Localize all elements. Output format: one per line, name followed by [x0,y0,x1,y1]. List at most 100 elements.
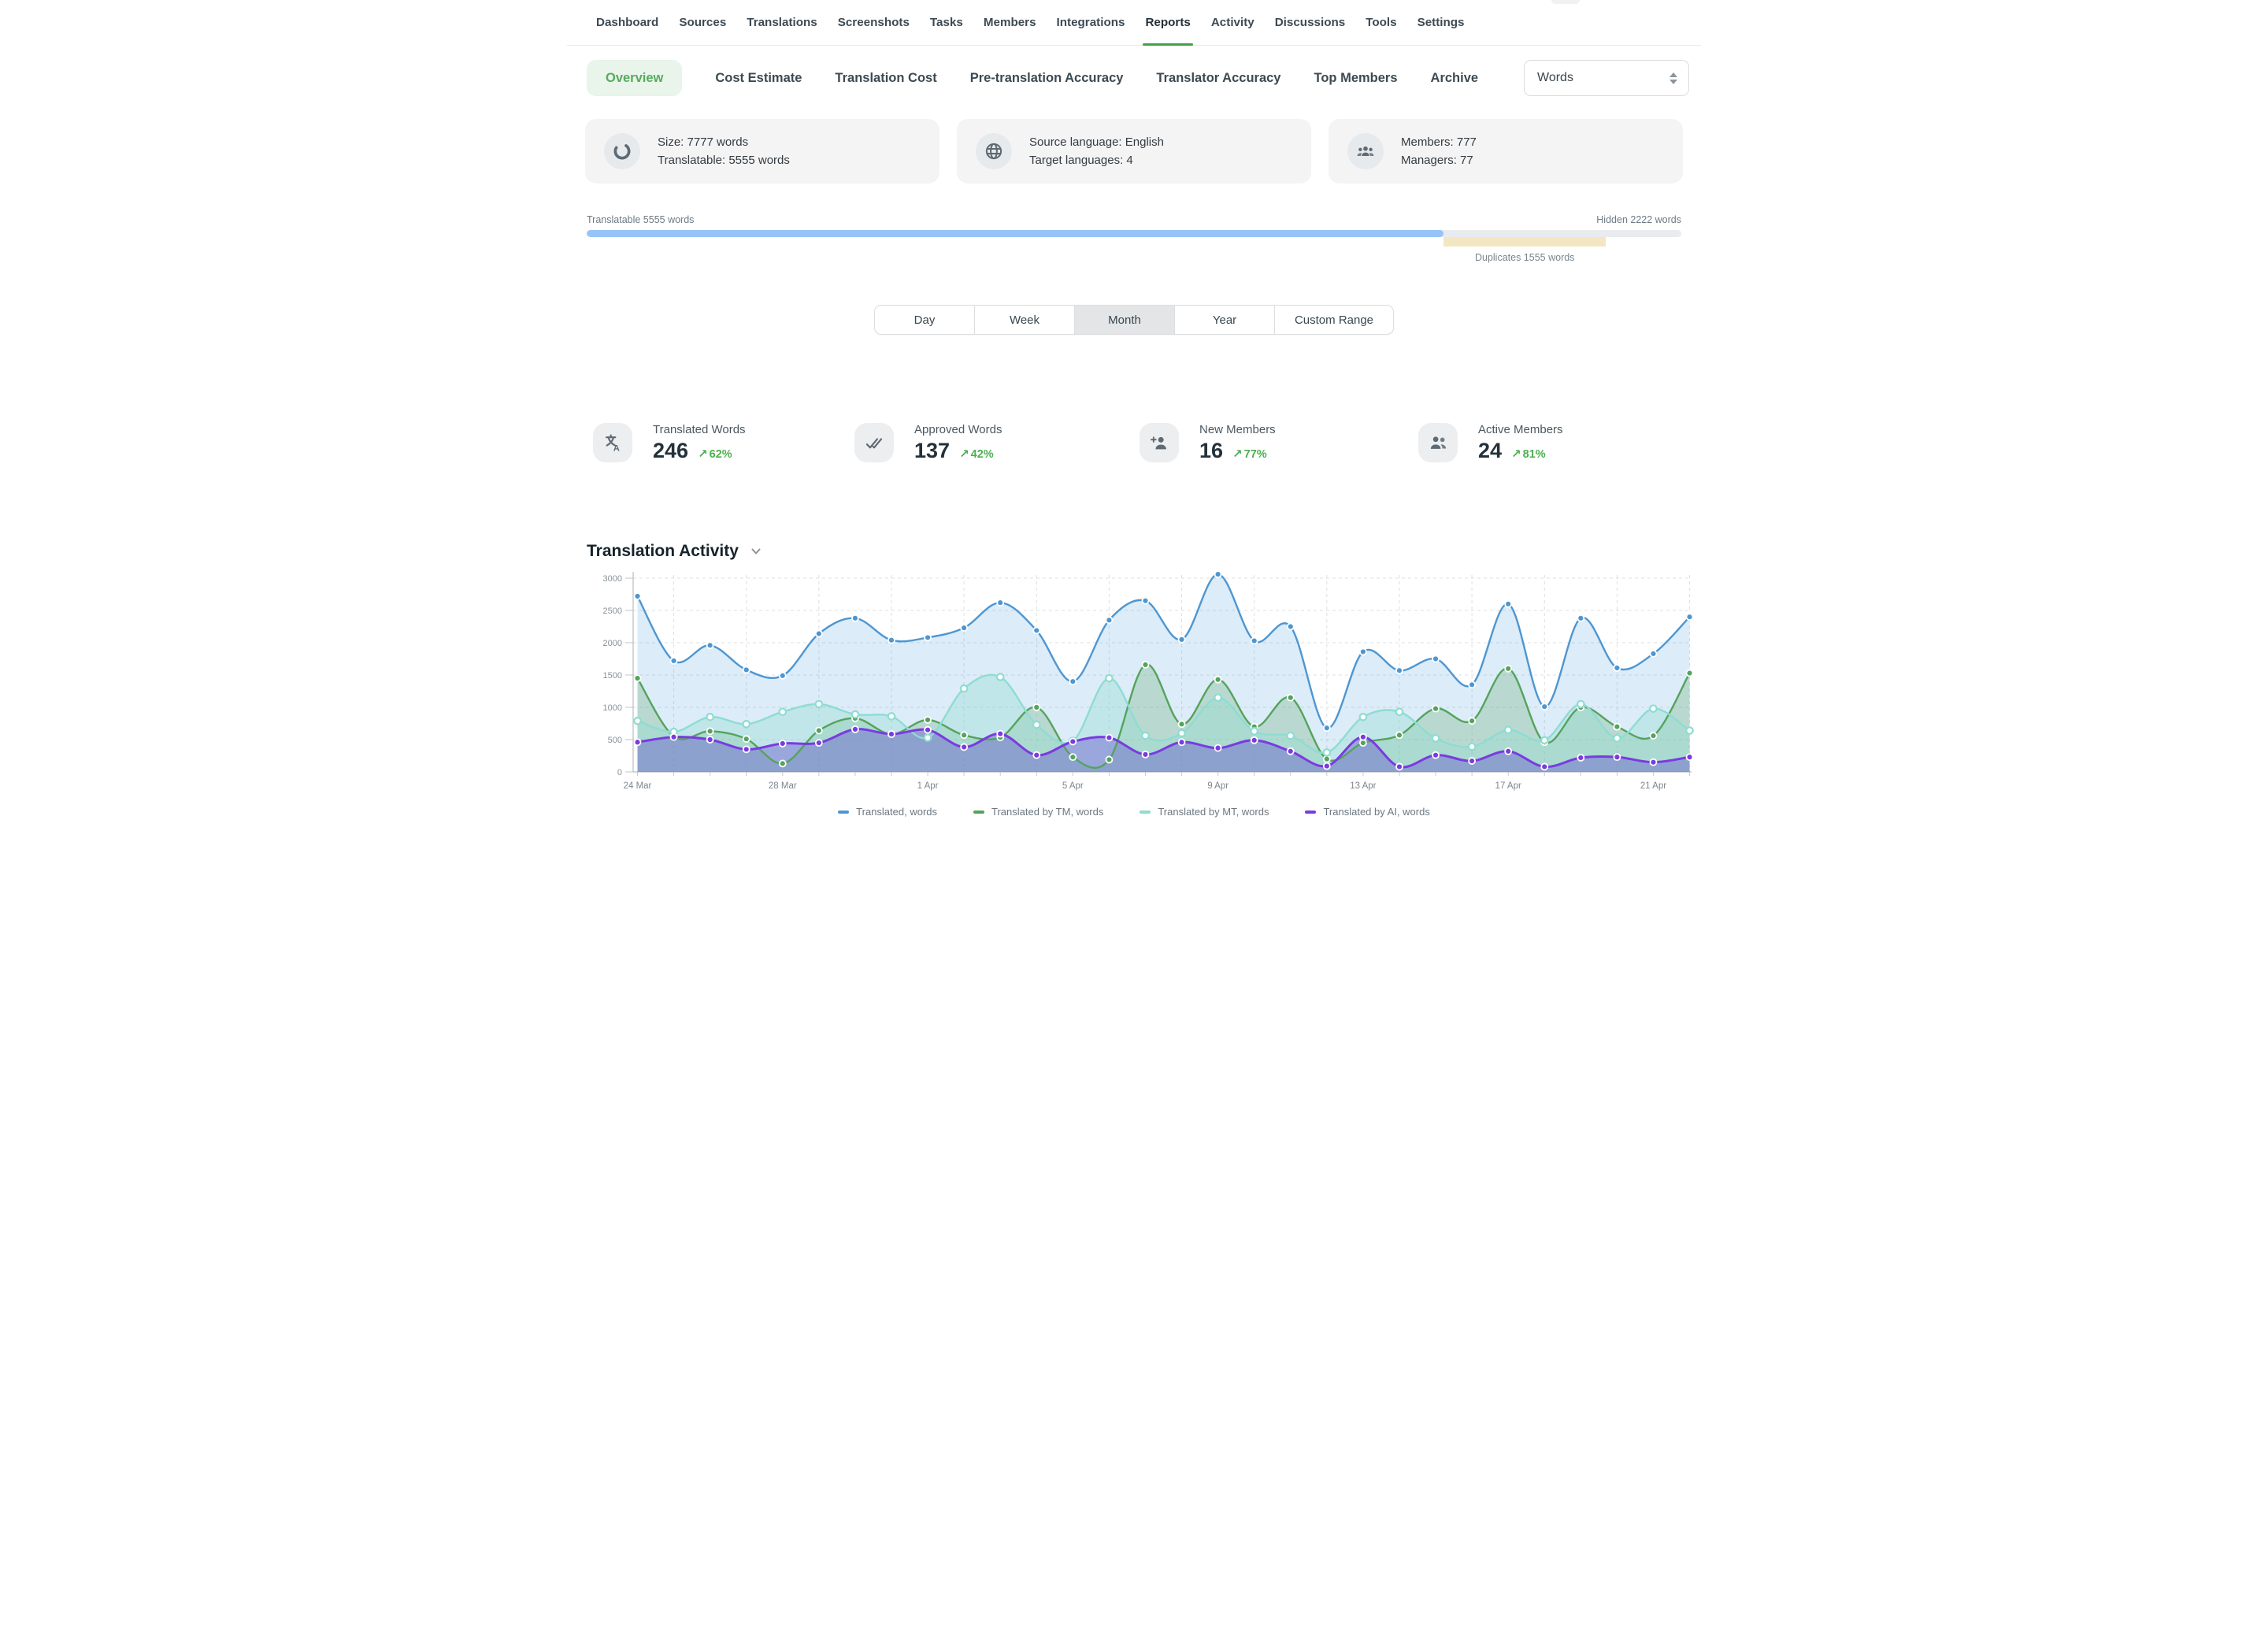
tab-cost-estimate[interactable]: Cost Estimate [715,71,802,86]
svg-text:17 Apr: 17 Apr [1495,781,1521,791]
unit-select-value: Words [1537,71,1573,85]
managers-line: Managers: 77 [1401,151,1477,169]
stat-label: Active Members [1478,423,1563,436]
words-progress-bar [587,230,1681,237]
duplicates-bar [1443,237,1606,247]
legend-label: Translated by TM, words [991,806,1103,818]
svg-text:2000: 2000 [603,639,622,648]
nav-item-tools[interactable]: Tools [1366,0,1396,45]
source-language-line: Source language: English [1029,133,1164,151]
project-info-cards: Size: 7777 words Translatable: 5555 word… [567,119,1701,184]
unit-select[interactable]: Words [1524,60,1689,96]
stat-value: 137 [914,439,950,463]
svg-text:3000: 3000 [603,574,622,584]
nav-item-reports[interactable]: Reports [1145,0,1190,45]
nav-item-discussions[interactable]: Discussions [1275,0,1345,45]
team-icon [1347,133,1384,169]
trend-up-icon: ↗ [698,447,708,461]
stat-label: New Members [1199,423,1276,436]
tab-top-members[interactable]: Top Members [1314,71,1397,86]
active-members-stat: Active Members 24 ↗81% [1418,423,1563,463]
select-arrows-icon [1670,72,1677,84]
target-languages-line: Target languages: 4 [1029,151,1164,169]
svg-text:1500: 1500 [603,671,622,681]
stat-change: ↗77% [1232,447,1267,461]
nav-item-activity[interactable]: Activity [1211,0,1254,45]
trend-up-icon: ↗ [1232,447,1243,461]
legend-swatch [973,811,984,814]
trend-up-icon: ↗ [1511,447,1521,461]
stat-change: ↗62% [698,447,732,461]
nav-item-tasks[interactable]: Tasks [930,0,963,45]
progress-circle-icon [604,133,640,169]
tab-overview[interactable]: Overview [587,60,682,96]
nav-item-members[interactable]: Members [984,0,1036,45]
nav-item-settings[interactable]: Settings [1418,0,1465,45]
svg-text:28 Mar: 28 Mar [769,781,797,791]
legend-item[interactable]: Translated by MT, words [1140,806,1269,818]
range-tab-month[interactable]: Month [1075,306,1175,334]
svg-text:1000: 1000 [603,703,622,713]
stat-change: ↗81% [1511,447,1546,461]
hidden-label: Hidden 2222 words [1596,214,1681,225]
stat-value: 16 [1199,439,1223,463]
tab-translation-cost[interactable]: Translation Cost [835,71,936,86]
stat-value: 246 [653,439,688,463]
reports-page: Dashboard Sources Translations Screensho… [567,0,1701,824]
legend-item[interactable]: Translated, words [838,806,937,818]
members-card: Members: 777 Managers: 77 [1329,119,1683,184]
section-title: Translation Activity [587,542,739,561]
tab-pretranslation-accuracy[interactable]: Pre-translation Accuracy [970,71,1124,86]
translatable-label: Translatable 5555 words [587,214,694,225]
globe-icon [976,133,1012,169]
nav-item-translations[interactable]: Translations [747,0,817,45]
summary-stats: A Translated Words 246 ↗62% Approved Wor… [567,423,1701,464]
range-tab-custom-range[interactable]: Custom Range [1275,306,1393,334]
translation-activity-header: Translation Activity [567,542,1701,561]
words-progress: Translatable 5555 words Hidden 2222 word… [567,214,1701,264]
new-members-stat: New Members 16 ↗77% [1140,423,1276,463]
nav-item-sources[interactable]: Sources [679,0,726,45]
date-range-tabs: Day Week Month Year Custom Range [874,305,1394,335]
svg-text:5 Apr: 5 Apr [1062,781,1084,791]
stat-label: Translated Words [653,423,746,436]
svg-text:0: 0 [617,768,622,777]
legend-swatch [1305,811,1316,814]
activity-chart: 05001000150020002500300024 Mar28 Mar1 Ap… [567,566,1701,799]
nav-item-integrations[interactable]: Integrations [1057,0,1125,45]
stat-label: Approved Words [914,423,1002,436]
range-tab-year[interactable]: Year [1175,306,1275,334]
chevron-down-icon[interactable] [750,545,762,558]
tab-translator-accuracy[interactable]: Translator Accuracy [1156,71,1280,86]
chart-legend: Translated, words Translated by TM, words… [567,806,1701,818]
legend-swatch [1140,811,1151,814]
translatable-line: Translatable: 5555 words [658,151,790,169]
person-add-icon [1140,423,1179,462]
nav-item-dashboard[interactable]: Dashboard [596,0,658,45]
clipped-avatar [1551,0,1580,4]
legend-swatch [838,811,849,814]
reports-subnav: Overview Cost Estimate Translation Cost … [567,60,1701,96]
top-nav: Dashboard Sources Translations Screensho… [567,0,1701,46]
legend-label: Translated, words [856,806,937,818]
range-tab-week[interactable]: Week [975,306,1075,334]
tab-archive[interactable]: Archive [1431,71,1479,86]
translatable-fill [587,230,1443,237]
nav-item-screenshots[interactable]: Screenshots [838,0,910,45]
translated-words-stat: A Translated Words 246 ↗62% [593,423,746,463]
legend-item[interactable]: Translated by AI, words [1305,806,1429,818]
stat-change: ↗42% [959,447,994,461]
size-line: Size: 7777 words [658,133,790,151]
range-tab-day[interactable]: Day [875,306,975,334]
duplicates-label: Duplicates 1555 words [1411,252,1639,263]
svg-text:A: A [613,443,619,453]
legend-item[interactable]: Translated by TM, words [973,806,1103,818]
members-line: Members: 777 [1401,133,1477,151]
svg-text:1 Apr: 1 Apr [917,781,939,791]
language-card: Source language: English Target language… [957,119,1311,184]
size-card: Size: 7777 words Translatable: 5555 word… [585,119,939,184]
translate-icon: A [593,423,632,462]
svg-text:9 Apr: 9 Apr [1207,781,1228,791]
svg-text:21 Apr: 21 Apr [1640,781,1666,791]
stat-value: 24 [1478,439,1502,463]
